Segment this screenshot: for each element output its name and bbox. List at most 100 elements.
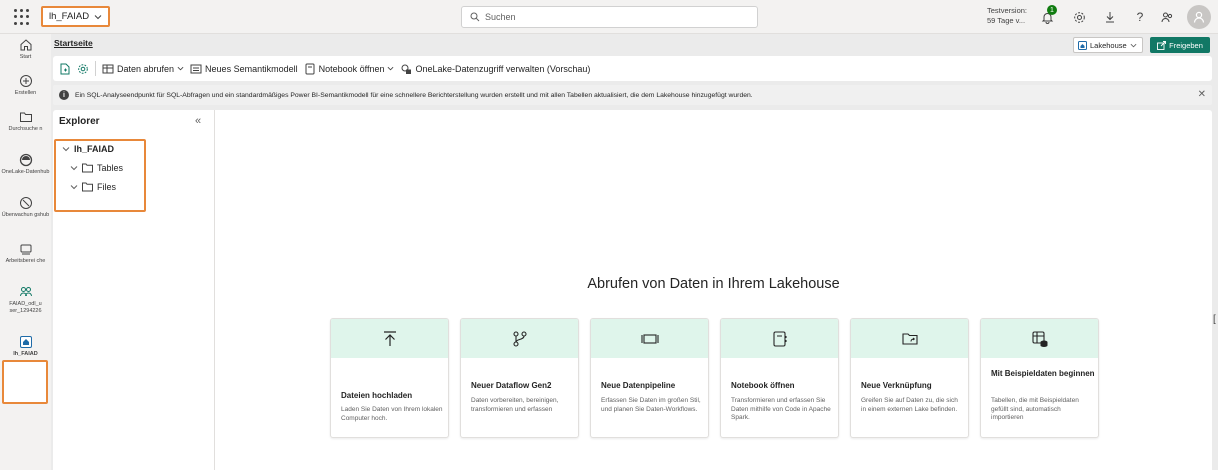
- card-title: Dateien hochladen: [341, 391, 413, 400]
- chevron-down-icon: [94, 14, 102, 19]
- folder-icon: [82, 163, 93, 173]
- upload-icon: [383, 330, 396, 346]
- tree-root-label: lh_FAIAD: [74, 144, 115, 154]
- close-icon[interactable]: ✕: [1198, 89, 1206, 100]
- info-icon: i: [59, 90, 69, 100]
- settings-button[interactable]: [1070, 8, 1088, 26]
- share-people-icon: [1161, 12, 1172, 22]
- onelake-access-label: OneLake-Datenzugriff verwalten (Vorschau…: [415, 63, 591, 74]
- tree-label: Files: [97, 182, 117, 192]
- text-cursor-icon: [: [1213, 314, 1216, 325]
- card-dataflow[interactable]: Neuer Dataflow Gen2 Daten vorbereiten, b…: [460, 318, 579, 438]
- rail-label: Durchsuche n: [8, 126, 43, 132]
- rail-label: Start: [19, 54, 32, 60]
- card-sample-data[interactable]: Mit Beispieldaten beginnen Tabellen, die…: [980, 318, 1099, 438]
- card-shortcut[interactable]: Neue Verknüpfung Greifen Sie auf Daten z…: [850, 318, 969, 438]
- card-description: Erfassen Sie Daten im großen Stil, und p…: [601, 397, 701, 413]
- card-header: [331, 319, 448, 358]
- new-semantic-model-label: Neues Semantikmodell: [205, 63, 298, 74]
- workspace-icon: [19, 287, 32, 297]
- semantic-model-icon: [190, 64, 202, 73]
- get-data-button[interactable]: Daten abrufen: [102, 63, 184, 75]
- trial-status[interactable]: Testversion: 59 Tage v...: [987, 6, 1027, 26]
- shortcut-icon: [901, 332, 918, 345]
- trial-days: 59 Tage v...: [987, 16, 1026, 25]
- share-icon: [1157, 40, 1167, 50]
- notebook-icon: [305, 63, 315, 74]
- trial-label: Testversion:: [987, 6, 1028, 15]
- tree-item-files[interactable]: Files: [70, 182, 116, 192]
- ribbon-divider: [95, 61, 96, 76]
- gear-icon: [78, 63, 88, 74]
- chevron-down-icon: [1130, 43, 1137, 47]
- tree-item-tables[interactable]: Tables: [70, 163, 123, 173]
- rail-item-create[interactable]: Erstellen: [0, 74, 51, 97]
- share-button[interactable]: Freigeben: [1150, 37, 1210, 53]
- question-icon: ?: [1136, 10, 1144, 24]
- card-title: Mit Beispieldaten beginnen: [991, 369, 1095, 378]
- card-header: [981, 319, 1098, 358]
- rail-label: lh_FAIAD: [13, 351, 38, 357]
- download-button[interactable]: [1101, 8, 1119, 26]
- feedback-button[interactable]: [1158, 8, 1176, 26]
- card-title: Neue Verknüpfung: [861, 381, 932, 390]
- onelake-icon: [19, 153, 32, 167]
- rail-item-onelake[interactable]: OneLake-Datenhub: [0, 153, 51, 176]
- new-file-icon: [60, 63, 70, 74]
- app-launcher-icon[interactable]: [14, 9, 30, 25]
- folder-icon: [19, 112, 32, 122]
- help-button[interactable]: ?: [1131, 8, 1149, 26]
- avatar[interactable]: [1187, 5, 1211, 29]
- rail-label: Überwachun gshub: [1, 212, 50, 218]
- info-message: Ein SQL-Analyseendpunkt für SQL-Abfragen…: [75, 91, 753, 99]
- lakehouse-label: Lakehouse: [1090, 40, 1127, 50]
- chevron-down-icon: [62, 147, 70, 152]
- card-title: Notebook öffnen: [731, 381, 795, 390]
- content-panel: Explorer « lh_FAIAD Tables Files Abrufen…: [53, 110, 1212, 470]
- rail-label: Arbeitsberei che: [5, 258, 46, 264]
- card-description: Daten vorbereiten, bereinigen, transform…: [471, 397, 559, 413]
- open-notebook-button[interactable]: Notebook öffnen: [304, 63, 395, 75]
- settings-button[interactable]: [77, 63, 89, 75]
- pipeline-icon: [640, 333, 659, 344]
- explorer-pane: Explorer « lh_FAIAD Tables Files: [53, 110, 215, 470]
- get-data-label: Daten abrufen: [117, 63, 175, 74]
- table-icon: [102, 64, 114, 73]
- chevron-down-icon: [177, 66, 184, 71]
- info-banner: i Ein SQL-Analyseendpunkt für SQL-Abfrag…: [53, 85, 1212, 105]
- workspace-label: lh_FAIAD: [49, 11, 90, 22]
- rail-item-monitor[interactable]: Überwachun gshub: [0, 196, 51, 219]
- card-title: Neuer Dataflow Gen2: [471, 381, 552, 390]
- lakehouse-dropdown[interactable]: Lakehouse: [1073, 37, 1143, 53]
- page-title[interactable]: Startseite: [54, 38, 93, 48]
- notifications-button[interactable]: 1: [1038, 5, 1057, 26]
- rail-item-workspaces[interactable]: Arbeitsberei che: [0, 242, 51, 265]
- rail-item-browse[interactable]: Durchsuche n: [0, 110, 51, 133]
- gear-icon: [1073, 11, 1085, 23]
- onelake-access-button[interactable]: OneLake-Datenzugriff verwalten (Vorschau…: [400, 63, 590, 75]
- dataflow-icon: [512, 330, 527, 347]
- rail-item-active-highlight: [2, 360, 48, 404]
- rail-item-start[interactable]: Start: [0, 38, 51, 61]
- tree-item-root[interactable]: lh_FAIAD: [62, 144, 114, 154]
- card-description: Tabellen, die mit Beispieldaten gefüllt …: [991, 397, 1079, 421]
- tree-label: Tables: [97, 163, 124, 173]
- new-item-button[interactable]: [59, 63, 71, 75]
- workspace-switcher[interactable]: lh_FAIAD: [41, 6, 111, 27]
- new-semantic-model-button[interactable]: Neues Semantikmodell: [190, 63, 298, 75]
- user-icon: [1193, 11, 1205, 23]
- search-input[interactable]: Suchen: [461, 6, 758, 28]
- chevron-down-icon: [70, 185, 78, 190]
- monitor-icon: [19, 197, 32, 209]
- open-notebook-label: Notebook öffnen: [318, 63, 385, 74]
- collapse-pane-icon[interactable]: «: [195, 115, 201, 127]
- card-upload-files[interactable]: Dateien hochladen Laden Sie Daten von Ih…: [330, 318, 449, 438]
- search-placeholder: Suchen: [485, 12, 516, 22]
- rail-item-lakehouse[interactable]: lh_FAIAD: [0, 335, 51, 358]
- rail-item-workspace-faiad[interactable]: FAIAD_odl_u ser_1294226: [0, 285, 51, 315]
- left-rail: Start Erstellen Durchsuche n OneLake-Dat…: [0, 34, 51, 470]
- card-pipeline[interactable]: Neue Datenpipeline Erfassen Sie Daten im…: [590, 318, 709, 438]
- card-notebook[interactable]: Notebook öffnen Transformieren und erfas…: [720, 318, 839, 438]
- search-icon: [470, 12, 480, 22]
- chevron-down-icon: [388, 66, 394, 71]
